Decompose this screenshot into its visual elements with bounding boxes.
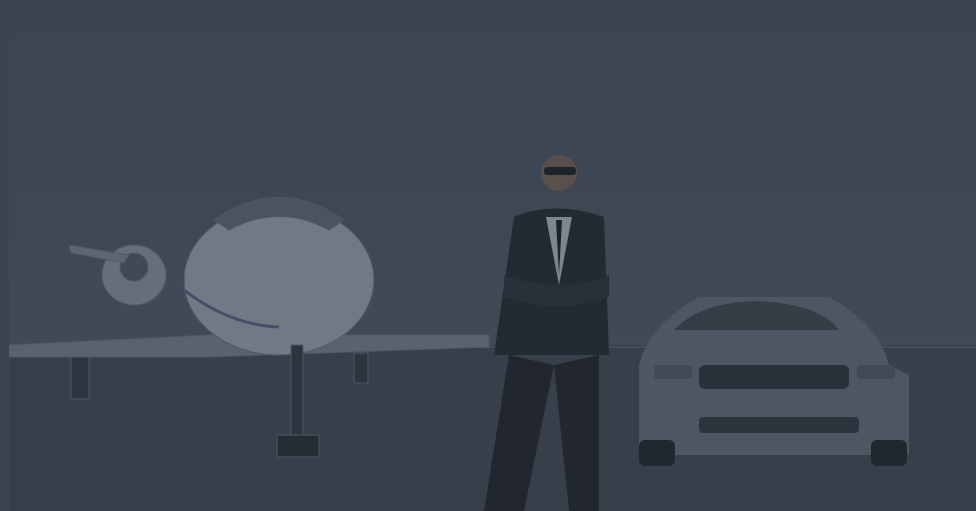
sports-car — [639, 297, 909, 466]
hero-image — [9, 35, 976, 511]
page — [0, 0, 976, 511]
hero-illustration — [9, 155, 976, 511]
